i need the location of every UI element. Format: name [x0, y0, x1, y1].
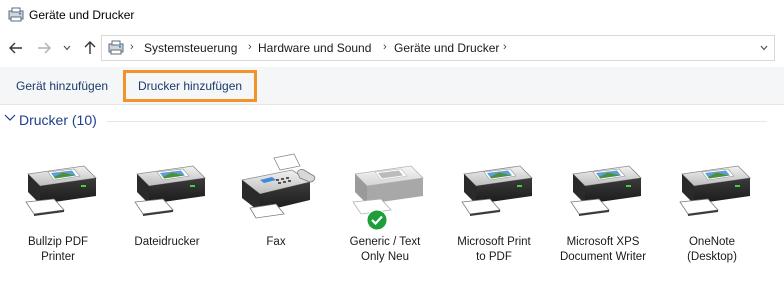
breadcrumb-separator-icon[interactable]: ›: [130, 41, 134, 53]
device-label: Microsoft Print to PDF: [457, 236, 531, 263]
chevron-down-icon[interactable]: [760, 45, 768, 51]
group-divider: [107, 121, 767, 122]
breadcrumb-hardware-und-sound[interactable]: Hardware und Sound: [258, 41, 371, 55]
group-title: Drucker (10): [19, 112, 97, 128]
window-title: Geräte und Drucker: [29, 8, 135, 22]
navigation-bar: › Systemsteuerung › Hardware und Sound ›…: [0, 32, 784, 64]
device-label: Microsoft XPS Document Writer: [559, 236, 647, 263]
arrow-right-icon: [38, 42, 51, 54]
recent-locations-button[interactable]: [60, 37, 74, 59]
chevron-down-icon[interactable]: [4, 113, 16, 123]
chevron-down-icon: [63, 45, 71, 51]
device-label: Dateidrucker: [134, 236, 200, 248]
device-microsoft-xps-document-writer[interactable]: Microsoft XPS Document Writer: [550, 152, 656, 272]
printer-icon: [672, 152, 754, 224]
title-bar: Geräte und Drucker: [0, 0, 784, 30]
device-microsoft-print-to-pdf[interactable]: Microsoft Print to PDF: [441, 152, 547, 272]
back-button[interactable]: [6, 37, 26, 59]
device-bullzip-pdf-printer[interactable]: Bullzip PDF Printer: [5, 152, 111, 272]
arrow-left-icon: [9, 42, 22, 54]
device-generic-text-only-neu[interactable]: Generic / Text Only Neu: [332, 152, 438, 272]
breadcrumb-systemsteuerung[interactable]: Systemsteuerung: [144, 41, 237, 55]
device-label: OneNote (Desktop): [687, 236, 737, 263]
address-bar[interactable]: › Systemsteuerung › Hardware und Sound ›…: [101, 35, 775, 61]
printer-icon: [18, 152, 100, 224]
devices-and-printers-icon: [108, 40, 124, 55]
up-button[interactable]: [80, 37, 100, 59]
device-dateidrucker[interactable]: Dateidrucker: [114, 152, 220, 272]
command-bar: Gerät hinzufügen Drucker hinzufügen: [0, 67, 784, 105]
device-onenote-desktop[interactable]: OneNote (Desktop): [659, 152, 765, 272]
arrow-up-icon: [84, 41, 96, 54]
add-device-button[interactable]: Gerät hinzufügen: [4, 70, 120, 102]
breadcrumb-separator-icon[interactable]: ›: [503, 41, 507, 53]
forward-button[interactable]: [34, 37, 54, 59]
printer-icon: [127, 152, 209, 224]
default-printer-check-icon: [366, 209, 388, 231]
breadcrumb-geraete-und-drucker[interactable]: Geräte und Drucker: [394, 41, 499, 55]
device-label: Bullzip PDF Printer: [27, 236, 89, 263]
breadcrumb-separator-icon[interactable]: ›: [383, 41, 387, 53]
printer-icon: [563, 152, 645, 224]
add-printer-button[interactable]: Drucker hinzufügen: [123, 70, 258, 102]
device-fax[interactable]: Fax: [223, 152, 329, 272]
fax-icon: [236, 152, 318, 224]
printer-icon: [454, 152, 536, 224]
device-label: Generic / Text Only Neu: [349, 236, 421, 263]
devices-and-printers-icon: [8, 7, 24, 22]
printers-group-header[interactable]: Drucker (10): [0, 108, 784, 132]
breadcrumb-separator-icon[interactable]: ›: [248, 41, 252, 53]
device-label: Fax: [266, 236, 286, 248]
